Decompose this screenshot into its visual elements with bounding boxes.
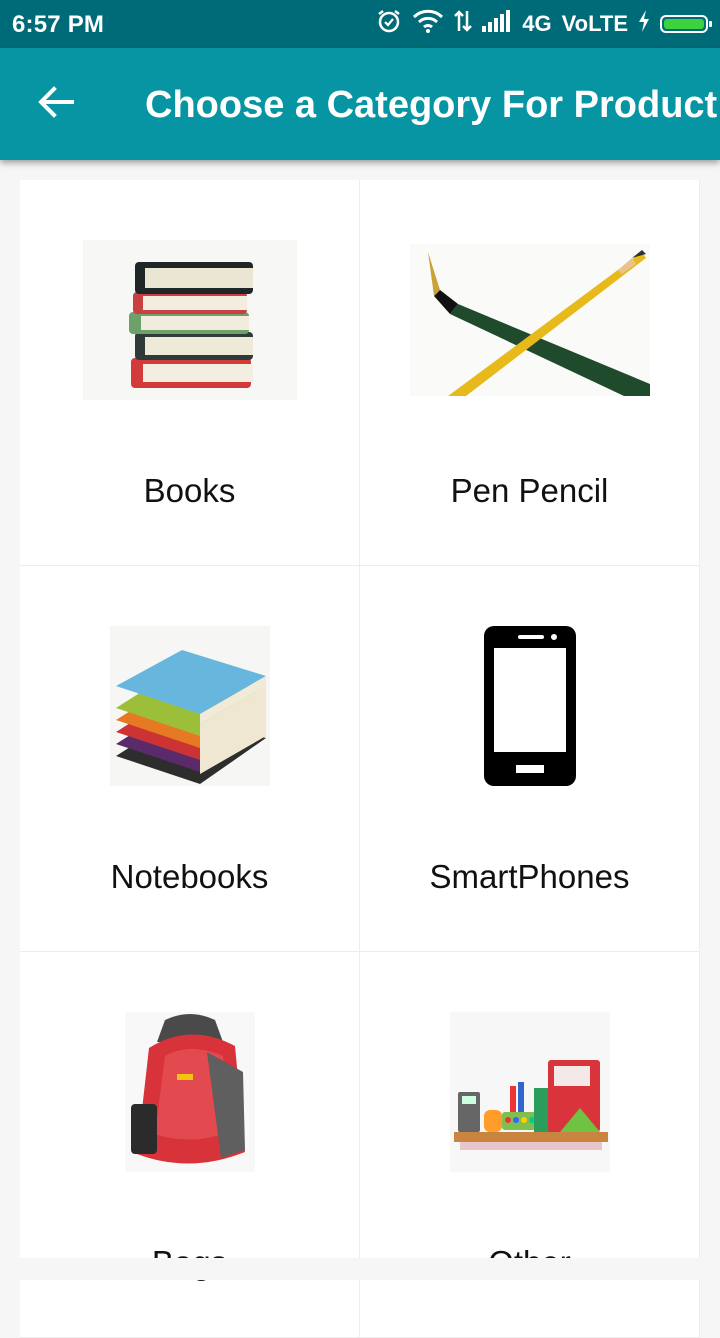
status-time: 6:57 PM [12,11,105,38]
battery-level [664,19,704,29]
stationery-shelf-image [449,1012,610,1172]
signal-icon [482,10,512,38]
smartphone-icon [483,626,576,786]
category-smartphones[interactable]: SmartPhones [360,566,700,952]
notebook-stack-image [109,626,270,786]
category-label: Pen Pencil [450,472,609,509]
category-other[interactable]: Other [360,952,700,1338]
category-grid: Books Pen Pencil Notebooks SmartPhones [20,180,700,1338]
charging-icon [638,10,650,38]
data-transfer-icon [454,9,473,39]
battery-icon [660,15,712,33]
network-type: 4G [522,11,552,36]
arrow-back-icon [38,85,74,123]
category-label: Books [143,472,236,509]
page-title: Choose a Category For Product [145,84,718,126]
app-bar: Choose a Category For Product [0,48,720,160]
category-notebooks[interactable]: Notebooks [20,566,360,952]
bottom-edge [0,1258,720,1280]
alarm-icon [376,8,402,40]
category-label: Notebooks [110,858,269,895]
pen-pencil-image [409,244,650,396]
volte-label: VoLTE [561,11,628,36]
backpack-image [124,1012,255,1172]
category-pen-pencil[interactable]: Pen Pencil [360,180,700,566]
status-icons: 4G VoLTE [376,8,712,40]
category-books[interactable]: Books [20,180,360,566]
book-stack-image [82,240,297,400]
status-bar: 6:57 PM 4G VoLTE [0,0,720,48]
wifi-icon [412,9,444,39]
category-label: SmartPhones [429,858,630,895]
back-button[interactable] [28,76,84,132]
category-bags[interactable]: Bags [20,952,360,1338]
